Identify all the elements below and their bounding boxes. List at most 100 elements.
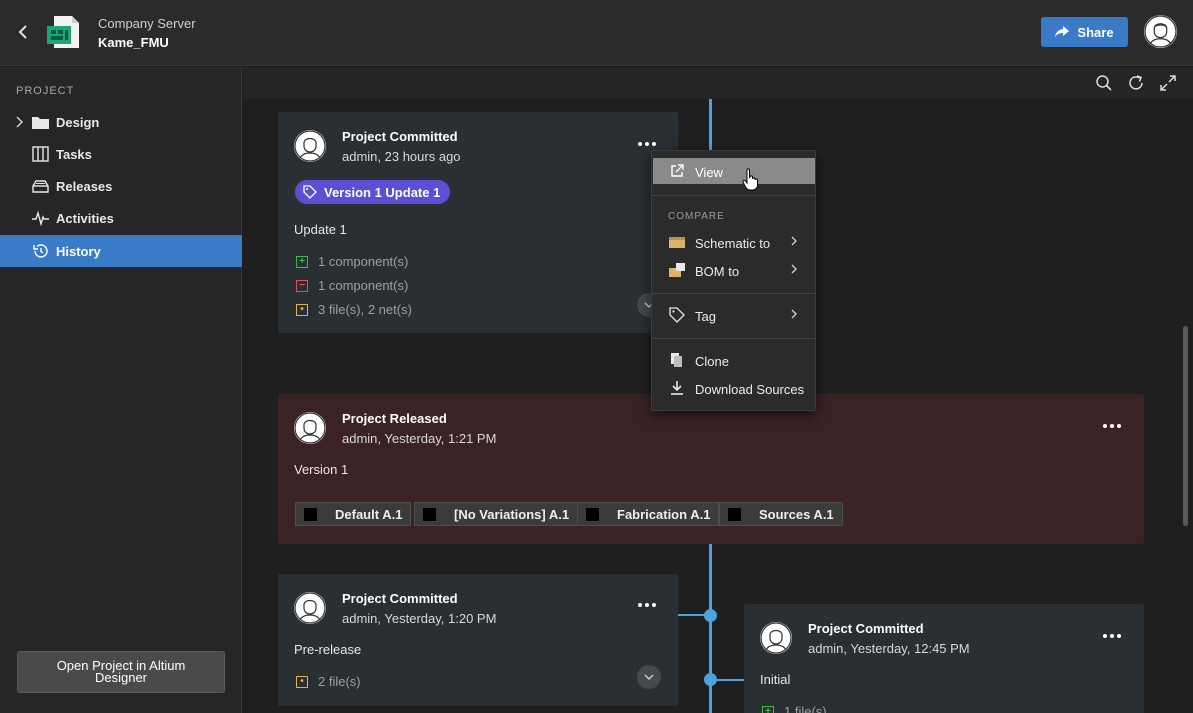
sidebar-item-history[interactable]: History [0,235,242,267]
chip-label: Fabrication A.1 [617,506,711,522]
share-button[interactable]: Share [1041,17,1128,47]
sidebar-item-design[interactable]: Design [0,106,242,138]
modified-icon: • [296,303,308,316]
avatar [294,592,326,624]
sidebar-item-tasks[interactable]: Tasks [0,138,242,170]
stat-added: + 1 file(s) [762,704,827,713]
added-icon: + [296,255,308,268]
releases-icon [32,180,49,193]
card-description: Pre-release [294,642,362,657]
pulse-icon [32,210,49,226]
card-title: Project Released [342,411,447,426]
server-name: Company Server [98,16,196,31]
scrollbar[interactable] [1183,326,1188,526]
stat-text: 3 file(s), 2 net(s) [318,302,412,317]
release-package-chip[interactable]: Default A.1 [295,502,412,526]
menu-item-label: BOM to [695,264,740,279]
card-title: Project Committed [342,591,458,606]
search-icon[interactable] [1095,74,1113,92]
card-description: Version 1 [294,462,349,477]
back-icon[interactable] [14,22,34,42]
schematic-icon [669,237,685,248]
menu-item-download-sources[interactable]: Download Sources [653,375,815,401]
stat-text: 1 file(s) [784,704,827,713]
menu-item-schematic-to[interactable]: Schematic to [653,229,815,255]
sidebar: PROJECT Design Tasks Releases Activities… [0,67,242,713]
more-options-icon[interactable] [1101,422,1123,430]
chevron-down-icon [644,674,654,681]
stat-modified: • 3 file(s), 2 net(s) [296,302,412,317]
history-card[interactable]: Project Committed admin, Yesterday, 1:20… [278,574,678,706]
stat-text: 1 component(s) [318,278,409,293]
tag-icon [303,185,317,199]
chip-label: Sources A.1 [759,506,834,522]
more-options-icon[interactable] [636,601,658,609]
refresh-icon[interactable] [1127,74,1145,92]
release-package-chip[interactable]: [No Variations] A.1 [414,502,579,526]
user-avatar-icon[interactable] [1144,15,1177,48]
sidebar-item-label: Releases [56,179,113,194]
top-bar: Company Server Kame_FMU Share [0,0,1193,66]
card-title: Project Committed [808,621,924,636]
avatar [294,130,326,162]
bom-icon [669,263,685,277]
sidebar-item-label: Tasks [56,147,92,162]
menu-item-label: Tag [695,309,716,324]
chip-label: [No Variations] A.1 [454,506,570,522]
history-toolbar [243,67,1193,99]
open-in-designer-button[interactable]: Open Project in Altium Designer [17,651,225,693]
sidebar-item-label: Activities [56,211,114,226]
menu-item-bom-to[interactable]: BOM to [653,257,815,283]
sidebar-item-releases[interactable]: Releases [0,170,242,202]
added-icon: + [762,705,774,713]
sidebar-item-activities[interactable]: Activities [0,202,242,234]
chevron-right-icon[interactable] [14,115,26,129]
avatar [760,622,792,654]
card-description: Initial [760,672,791,687]
avatar [294,412,326,444]
stat-added: + 1 component(s) [296,254,408,269]
menu-section-heading: COMPARE [668,211,725,222]
expand-button[interactable] [637,665,661,689]
fullscreen-icon[interactable] [1159,74,1177,92]
share-icon [1055,26,1070,37]
menu-item-view[interactable]: View [653,158,815,184]
chevron-right-icon [791,309,797,319]
menu-divider [652,338,815,339]
timeline-line [709,544,712,713]
modified-icon: • [296,675,308,688]
sidebar-item-label: History [56,244,101,259]
sidebar-item-label: Design [56,115,100,130]
context-menu: View COMPARE Schematic to BOM to Tag Clo… [651,150,816,411]
chip-label: Default A.1 [335,506,403,522]
menu-item-label: Download Sources [695,382,805,397]
project-logo-icon [47,16,79,48]
release-package-chip[interactable]: Sources A.1 [719,502,843,526]
history-icon [33,244,48,258]
chevron-right-icon [791,264,797,274]
release-package-chip[interactable]: Fabrication A.1 [577,502,720,526]
more-options-icon[interactable] [1101,632,1123,640]
more-options-icon[interactable] [636,140,658,148]
version-tag[interactable]: Version 1 Update 1 [295,180,451,204]
stat-modified: • 2 file(s) [296,674,361,689]
history-card[interactable]: Project Committed admin, 23 hours ago Ve… [278,112,678,333]
card-subtitle: admin, 23 hours ago [342,149,461,164]
external-link-icon [671,164,684,177]
version-tag-label: Version 1 Update 1 [324,184,441,200]
menu-item-label: Clone [695,354,729,369]
menu-item-clone[interactable]: Clone [653,347,815,373]
timeline-node [704,609,717,622]
menu-divider [652,293,815,294]
card-subtitle: admin, Yesterday, 1:21 PM [342,431,497,446]
package-icon [586,507,599,521]
download-icon [671,381,683,395]
menu-item-label: View [695,165,723,180]
menu-item-tag[interactable]: Tag [653,302,815,328]
release-card[interactable]: Project Released admin, Yesterday, 1:21 … [278,394,1144,544]
removed-icon: − [296,279,308,292]
package-icon [423,507,436,521]
hand-cursor-icon [742,168,758,191]
history-card[interactable]: Project Committed admin, Yesterday, 12:4… [744,604,1144,713]
package-icon [728,507,741,521]
